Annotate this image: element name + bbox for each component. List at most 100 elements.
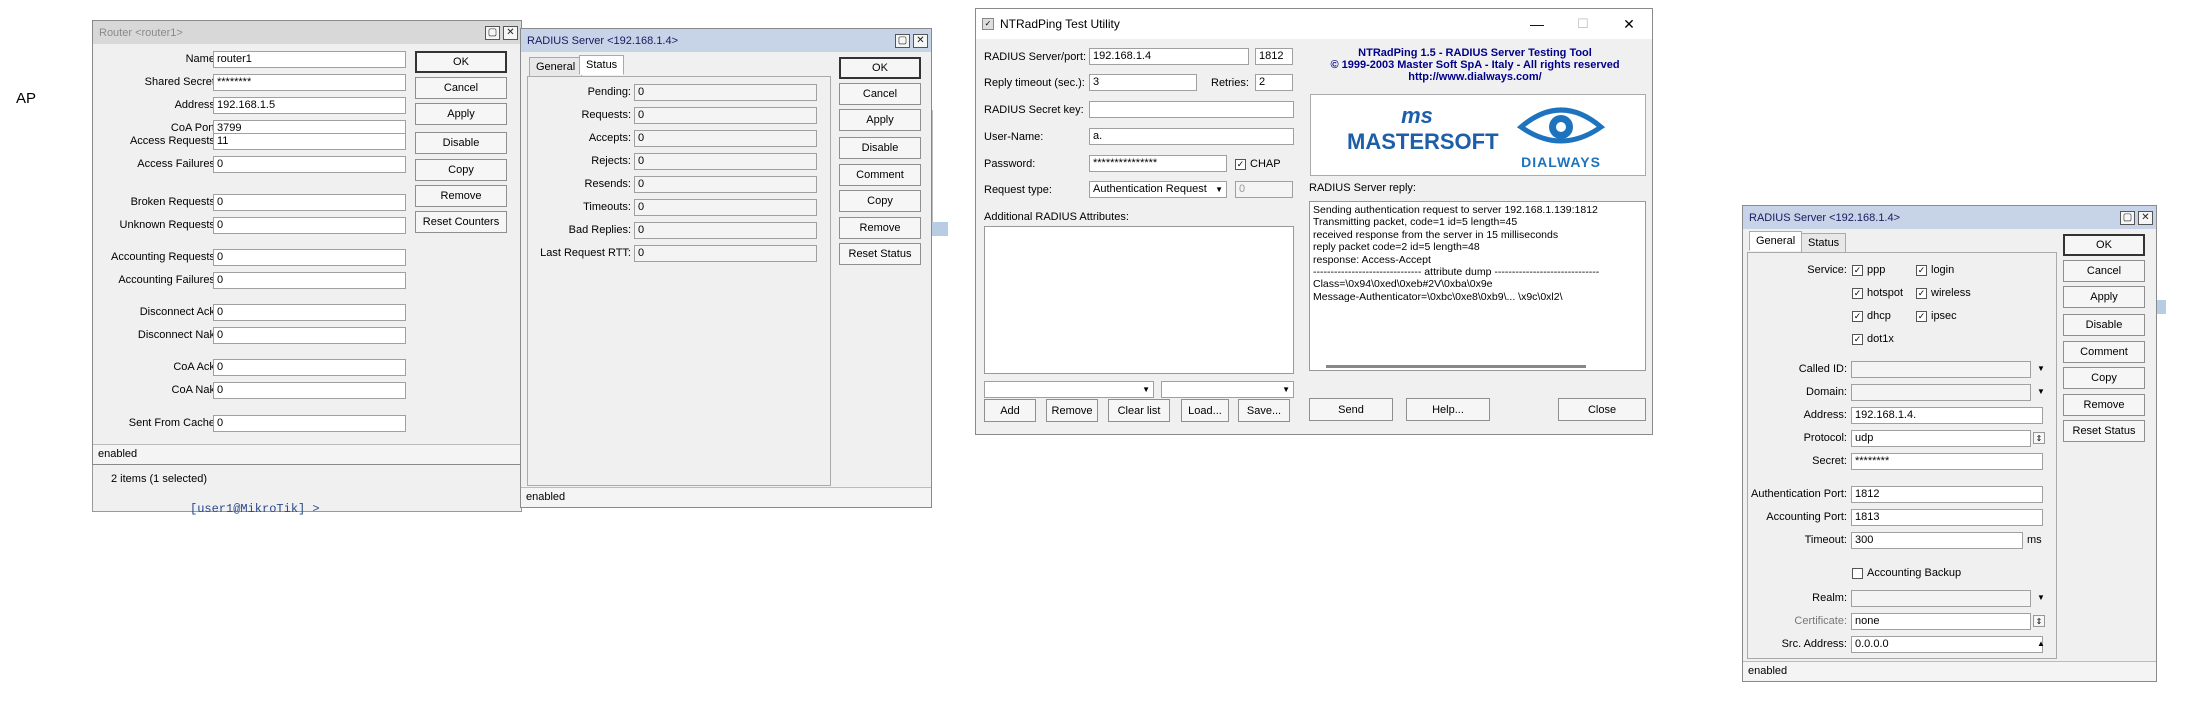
service-login-checkbox[interactable]: ✓ login <box>1916 264 1954 276</box>
select-arrows-icon[interactable]: ⇕ <box>2033 432 2045 444</box>
copy-button[interactable]: Copy <box>415 159 507 181</box>
protocol-row: Protocol: udp ⇕ <box>1743 430 2053 447</box>
clearlist-button[interactable]: Clear list <box>1108 399 1170 422</box>
app-icon: ✓ <box>982 18 994 30</box>
select-arrows-icon[interactable]: ⇕ <box>2033 615 2045 627</box>
radius-general-window: RADIUS Server <192.168.1.4> ▢ ✕ General … <box>1742 205 2157 682</box>
apply-button[interactable]: Apply <box>2063 286 2145 308</box>
apply-button[interactable]: Apply <box>839 109 921 131</box>
attr-name-select[interactable]: ▼ <box>984 381 1154 398</box>
tab-general[interactable]: General <box>1749 231 1803 251</box>
dialways-logo: DIALWAYS <box>1511 99 1611 173</box>
port-field[interactable]: 1812 <box>1255 48 1293 65</box>
close-icon[interactable]: ✕ <box>503 25 518 40</box>
close-button[interactable]: Close <box>1558 398 1646 421</box>
accounting-backup-checkbox[interactable]: Accounting Backup <box>1852 567 1961 579</box>
chap-checkbox[interactable]: ✓ CHAP <box>1235 158 1281 170</box>
minimize-icon[interactable]: — <box>1514 16 1560 32</box>
load-button[interactable]: Load... <box>1181 399 1229 422</box>
maximize-icon[interactable]: ☐ <box>1560 16 1606 32</box>
cancel-button[interactable]: Cancel <box>415 77 507 99</box>
called-id-field[interactable] <box>1851 361 2031 378</box>
chevron-down-icon[interactable]: ▼ <box>2035 363 2047 375</box>
close-icon[interactable]: ✕ <box>1606 16 1652 33</box>
src-address-field[interactable]: 0.0.0.0 <box>1851 636 2043 653</box>
realm-field[interactable] <box>1851 590 2031 607</box>
authentication-port-field[interactable]: 1812 <box>1851 486 2043 503</box>
comment-button[interactable]: Comment <box>2063 341 2145 363</box>
timeout-field[interactable]: 300 <box>1851 532 2023 549</box>
reset-counters-button[interactable]: Reset Counters <box>415 211 507 233</box>
router-titlebar[interactable]: Router <router1> ▢ ✕ <box>93 21 521 44</box>
reset-status-button[interactable]: Reset Status <box>839 243 921 265</box>
reply-box[interactable]: Sending authentication request to server… <box>1309 201 1646 371</box>
server-field[interactable]: 192.168.1.4 <box>1089 48 1249 65</box>
reset-status-button[interactable]: Reset Status <box>2063 420 2145 442</box>
disable-button[interactable]: Disable <box>415 132 507 154</box>
close-icon[interactable]: ✕ <box>913 33 928 48</box>
timeout-field[interactable]: 3 <box>1089 74 1197 91</box>
check-icon: ✓ <box>1852 310 1863 322</box>
add-button[interactable]: Add <box>984 399 1036 422</box>
chap-label: CHAP <box>1250 158 1281 170</box>
horizontal-scrollbar[interactable] <box>1326 365 1586 368</box>
service-ipsec-checkbox[interactable]: ✓ ipsec <box>1916 310 1957 322</box>
chevron-down-icon[interactable]: ▼ <box>2035 386 2047 398</box>
ap-label: AP <box>16 90 37 107</box>
radius-status-titlebar[interactable]: RADIUS Server <192.168.1.4> ▢ ✕ <box>521 29 931 52</box>
send-button[interactable]: Send <box>1309 398 1393 421</box>
save-button[interactable]: Save... <box>1238 399 1290 422</box>
copy-button[interactable]: Copy <box>2063 367 2145 389</box>
close-icon[interactable]: ✕ <box>2138 210 2153 225</box>
ok-button[interactable]: OK <box>415 51 507 73</box>
secret-field[interactable] <box>1089 101 1294 118</box>
certificate-field[interactable]: none <box>1851 613 2031 630</box>
maximize-icon[interactable]: ▢ <box>485 25 500 40</box>
service-dhcp-checkbox[interactable]: ✓ dhcp <box>1852 310 1891 322</box>
cancel-button[interactable]: Cancel <box>2063 260 2145 282</box>
chevron-down-icon[interactable]: ▼ <box>2035 592 2047 604</box>
reqtype-select[interactable]: Authentication Request ▼ <box>1089 181 1227 198</box>
attrs-list[interactable] <box>984 226 1294 374</box>
secret-field[interactable]: ******** <box>213 74 406 91</box>
remove-button[interactable]: Remove <box>2063 394 2145 416</box>
tab-general[interactable]: General <box>529 57 583 77</box>
maximize-icon[interactable]: ▢ <box>895 33 910 48</box>
remove-button[interactable]: Remove <box>415 185 507 207</box>
cancel-button[interactable]: Cancel <box>839 83 921 105</box>
service-dot1x-checkbox[interactable]: ✓ dot1x <box>1852 333 1894 345</box>
attr-value-select[interactable]: ▼ <box>1161 381 1294 398</box>
copy-button[interactable]: Copy <box>839 190 921 212</box>
disable-button[interactable]: Disable <box>839 137 921 159</box>
remove-button[interactable]: Remove <box>839 217 921 239</box>
password-field[interactable]: *************** <box>1089 155 1227 172</box>
radius-general-titlebar[interactable]: RADIUS Server <192.168.1.4> ▢ ✕ <box>1743 206 2156 229</box>
ok-button[interactable]: OK <box>839 57 921 79</box>
comment-button[interactable]: Comment <box>839 164 921 186</box>
secret-field[interactable]: ******** <box>1851 453 2043 470</box>
retries-field[interactable]: 2 <box>1255 74 1293 91</box>
ntradping-titlebar[interactable]: ✓ NTRadPing Test Utility — ☐ ✕ <box>976 9 1652 39</box>
service-ppp-checkbox[interactable]: ✓ ppp <box>1852 264 1885 276</box>
stat-label: Accounting Failures: <box>118 274 218 286</box>
username-field[interactable]: a. <box>1089 128 1294 145</box>
protocol-field[interactable]: udp <box>1851 430 2031 447</box>
tab-status[interactable]: Status <box>579 55 625 75</box>
domain-field[interactable] <box>1851 384 2031 401</box>
ok-button[interactable]: OK <box>2063 234 2145 256</box>
tab-status[interactable]: Status <box>1801 233 1847 253</box>
address-field[interactable]: 192.168.1.5 <box>213 97 406 114</box>
address-field[interactable]: 192.168.1.4. <box>1851 407 2043 424</box>
maximize-icon[interactable]: ▢ <box>2120 210 2135 225</box>
items-count: 2 items (1 selected) <box>111 473 207 485</box>
remove-button[interactable]: Remove <box>1046 399 1098 422</box>
service-hotspot-checkbox[interactable]: ✓ hotspot <box>1852 287 1903 299</box>
service-label: dot1x <box>1867 333 1894 345</box>
name-field[interactable]: router1 <box>213 51 406 68</box>
apply-button[interactable]: Apply <box>415 103 507 125</box>
chevron-up-icon[interactable]: ▲ <box>2035 638 2047 650</box>
help-button[interactable]: Help... <box>1406 398 1490 421</box>
service-wireless-checkbox[interactable]: ✓ wireless <box>1916 287 1971 299</box>
accounting-port-field[interactable]: 1813 <box>1851 509 2043 526</box>
disable-button[interactable]: Disable <box>2063 314 2145 336</box>
